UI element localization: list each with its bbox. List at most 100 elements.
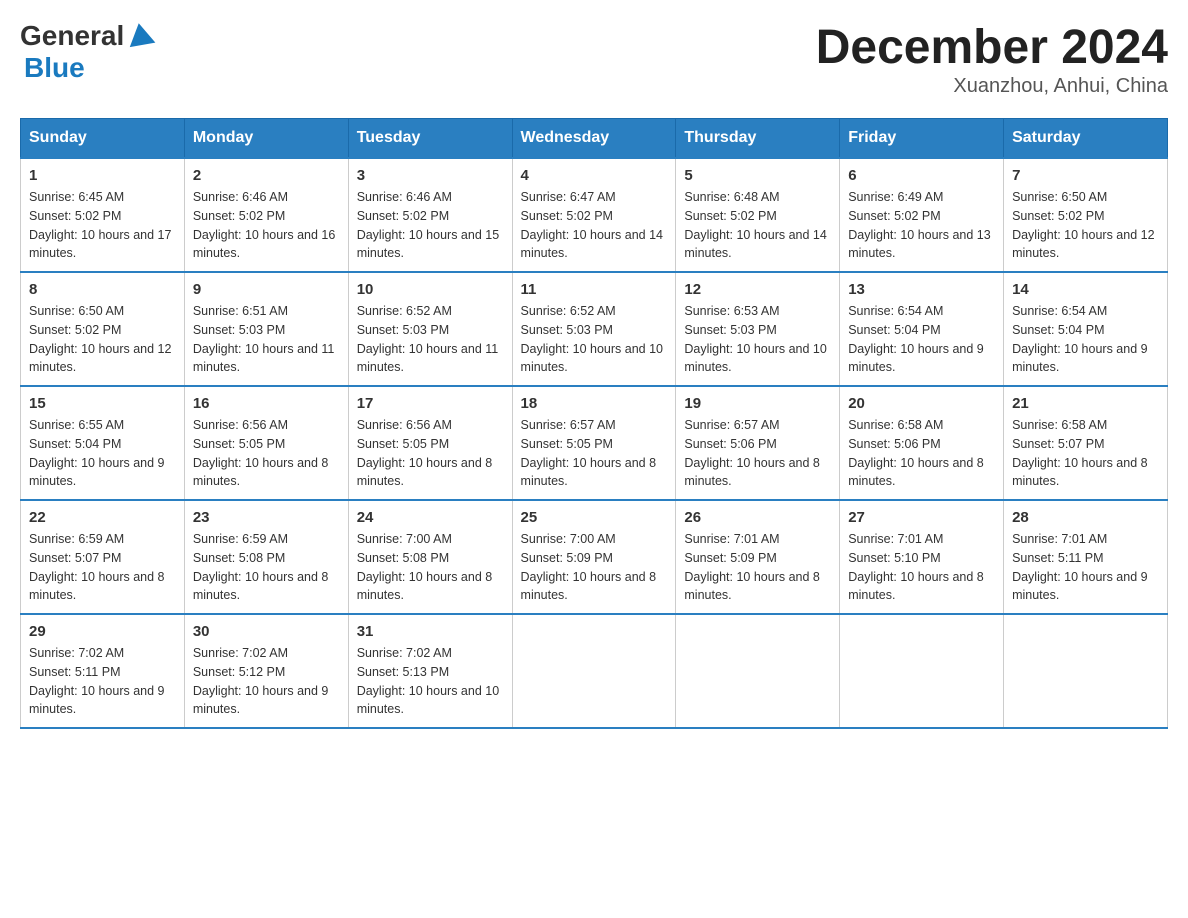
table-row: 29 Sunrise: 7:02 AM Sunset: 5:11 PM Dayl… — [21, 614, 185, 728]
location-subtitle: Xuanzhou, Anhui, China — [816, 75, 1168, 98]
table-row: 13 Sunrise: 6:54 AM Sunset: 5:04 PM Dayl… — [840, 272, 1004, 386]
day-info: Sunrise: 6:47 AM Sunset: 5:02 PM Dayligh… — [521, 188, 668, 263]
day-number: 12 — [684, 281, 831, 298]
day-info: Sunrise: 7:02 AM Sunset: 5:11 PM Dayligh… — [29, 644, 176, 719]
table-row: 4 Sunrise: 6:47 AM Sunset: 5:02 PM Dayli… — [512, 158, 676, 272]
table-row: 30 Sunrise: 7:02 AM Sunset: 5:12 PM Dayl… — [184, 614, 348, 728]
day-number: 13 — [848, 281, 995, 298]
day-number: 16 — [193, 395, 340, 412]
day-info: Sunrise: 7:02 AM Sunset: 5:12 PM Dayligh… — [193, 644, 340, 719]
table-row: 11 Sunrise: 6:52 AM Sunset: 5:03 PM Dayl… — [512, 272, 676, 386]
day-info: Sunrise: 6:57 AM Sunset: 5:06 PM Dayligh… — [684, 416, 831, 491]
day-info: Sunrise: 6:49 AM Sunset: 5:02 PM Dayligh… — [848, 188, 995, 263]
table-row: 21 Sunrise: 6:58 AM Sunset: 5:07 PM Dayl… — [1004, 386, 1168, 500]
calendar-week-4: 22 Sunrise: 6:59 AM Sunset: 5:07 PM Dayl… — [21, 500, 1168, 614]
day-number: 2 — [193, 167, 340, 184]
day-number: 5 — [684, 167, 831, 184]
day-number: 9 — [193, 281, 340, 298]
day-number: 27 — [848, 509, 995, 526]
month-title: December 2024 — [816, 20, 1168, 75]
day-number: 19 — [684, 395, 831, 412]
day-number: 24 — [357, 509, 504, 526]
day-number: 22 — [29, 509, 176, 526]
table-row: 10 Sunrise: 6:52 AM Sunset: 5:03 PM Dayl… — [348, 272, 512, 386]
day-info: Sunrise: 6:46 AM Sunset: 5:02 PM Dayligh… — [357, 188, 504, 263]
day-info: Sunrise: 6:48 AM Sunset: 5:02 PM Dayligh… — [684, 188, 831, 263]
day-number: 11 — [521, 281, 668, 298]
table-row: 2 Sunrise: 6:46 AM Sunset: 5:02 PM Dayli… — [184, 158, 348, 272]
calendar-week-3: 15 Sunrise: 6:55 AM Sunset: 5:04 PM Dayl… — [21, 386, 1168, 500]
table-row: 7 Sunrise: 6:50 AM Sunset: 5:02 PM Dayli… — [1004, 158, 1168, 272]
logo-blue-text: Blue — [24, 52, 85, 84]
table-row: 8 Sunrise: 6:50 AM Sunset: 5:02 PM Dayli… — [21, 272, 185, 386]
table-row — [1004, 614, 1168, 728]
table-row: 26 Sunrise: 7:01 AM Sunset: 5:09 PM Dayl… — [676, 500, 840, 614]
day-info: Sunrise: 7:01 AM Sunset: 5:09 PM Dayligh… — [684, 530, 831, 605]
day-info: Sunrise: 6:52 AM Sunset: 5:03 PM Dayligh… — [521, 302, 668, 377]
day-info: Sunrise: 7:01 AM Sunset: 5:11 PM Dayligh… — [1012, 530, 1159, 605]
day-number: 20 — [848, 395, 995, 412]
day-info: Sunrise: 6:55 AM Sunset: 5:04 PM Dayligh… — [29, 416, 176, 491]
day-info: Sunrise: 6:50 AM Sunset: 5:02 PM Dayligh… — [1012, 188, 1159, 263]
day-info: Sunrise: 7:01 AM Sunset: 5:10 PM Dayligh… — [848, 530, 995, 605]
day-info: Sunrise: 6:46 AM Sunset: 5:02 PM Dayligh… — [193, 188, 340, 263]
table-row: 27 Sunrise: 7:01 AM Sunset: 5:10 PM Dayl… — [840, 500, 1004, 614]
col-sunday: Sunday — [21, 119, 185, 159]
day-info: Sunrise: 6:56 AM Sunset: 5:05 PM Dayligh… — [357, 416, 504, 491]
day-info: Sunrise: 6:58 AM Sunset: 5:06 PM Dayligh… — [848, 416, 995, 491]
table-row — [840, 614, 1004, 728]
day-number: 21 — [1012, 395, 1159, 412]
day-number: 6 — [848, 167, 995, 184]
day-info: Sunrise: 6:50 AM Sunset: 5:02 PM Dayligh… — [29, 302, 176, 377]
calendar-header-row: Sunday Monday Tuesday Wednesday Thursday… — [21, 119, 1168, 159]
table-row: 25 Sunrise: 7:00 AM Sunset: 5:09 PM Dayl… — [512, 500, 676, 614]
day-number: 23 — [193, 509, 340, 526]
day-number: 26 — [684, 509, 831, 526]
day-info: Sunrise: 6:59 AM Sunset: 5:08 PM Dayligh… — [193, 530, 340, 605]
page-header: General Blue December 2024 Xuanzhou, Anh… — [20, 20, 1168, 98]
day-number: 18 — [521, 395, 668, 412]
table-row — [676, 614, 840, 728]
day-number: 31 — [357, 623, 504, 640]
table-row: 6 Sunrise: 6:49 AM Sunset: 5:02 PM Dayli… — [840, 158, 1004, 272]
day-number: 14 — [1012, 281, 1159, 298]
table-row: 1 Sunrise: 6:45 AM Sunset: 5:02 PM Dayli… — [21, 158, 185, 272]
table-row: 9 Sunrise: 6:51 AM Sunset: 5:03 PM Dayli… — [184, 272, 348, 386]
calendar-week-5: 29 Sunrise: 7:02 AM Sunset: 5:11 PM Dayl… — [21, 614, 1168, 728]
table-row: 28 Sunrise: 7:01 AM Sunset: 5:11 PM Dayl… — [1004, 500, 1168, 614]
calendar-week-1: 1 Sunrise: 6:45 AM Sunset: 5:02 PM Dayli… — [21, 158, 1168, 272]
day-info: Sunrise: 6:59 AM Sunset: 5:07 PM Dayligh… — [29, 530, 176, 605]
day-info: Sunrise: 6:54 AM Sunset: 5:04 PM Dayligh… — [848, 302, 995, 377]
day-info: Sunrise: 6:53 AM Sunset: 5:03 PM Dayligh… — [684, 302, 831, 377]
table-row: 20 Sunrise: 6:58 AM Sunset: 5:06 PM Dayl… — [840, 386, 1004, 500]
day-number: 10 — [357, 281, 504, 298]
col-saturday: Saturday — [1004, 119, 1168, 159]
table-row: 16 Sunrise: 6:56 AM Sunset: 5:05 PM Dayl… — [184, 386, 348, 500]
day-number: 4 — [521, 167, 668, 184]
day-number: 17 — [357, 395, 504, 412]
table-row: 17 Sunrise: 6:56 AM Sunset: 5:05 PM Dayl… — [348, 386, 512, 500]
day-info: Sunrise: 6:45 AM Sunset: 5:02 PM Dayligh… — [29, 188, 176, 263]
day-number: 29 — [29, 623, 176, 640]
table-row: 24 Sunrise: 7:00 AM Sunset: 5:08 PM Dayl… — [348, 500, 512, 614]
table-row — [512, 614, 676, 728]
day-number: 7 — [1012, 167, 1159, 184]
table-row: 18 Sunrise: 6:57 AM Sunset: 5:05 PM Dayl… — [512, 386, 676, 500]
day-number: 28 — [1012, 509, 1159, 526]
day-info: Sunrise: 6:58 AM Sunset: 5:07 PM Dayligh… — [1012, 416, 1159, 491]
table-row: 3 Sunrise: 6:46 AM Sunset: 5:02 PM Dayli… — [348, 158, 512, 272]
day-number: 25 — [521, 509, 668, 526]
day-number: 1 — [29, 167, 176, 184]
table-row: 22 Sunrise: 6:59 AM Sunset: 5:07 PM Dayl… — [21, 500, 185, 614]
table-row: 15 Sunrise: 6:55 AM Sunset: 5:04 PM Dayl… — [21, 386, 185, 500]
calendar-week-2: 8 Sunrise: 6:50 AM Sunset: 5:02 PM Dayli… — [21, 272, 1168, 386]
day-info: Sunrise: 6:57 AM Sunset: 5:05 PM Dayligh… — [521, 416, 668, 491]
calendar-table: Sunday Monday Tuesday Wednesday Thursday… — [20, 118, 1168, 729]
col-wednesday: Wednesday — [512, 119, 676, 159]
day-info: Sunrise: 6:51 AM Sunset: 5:03 PM Dayligh… — [193, 302, 340, 377]
day-number: 3 — [357, 167, 504, 184]
day-info: Sunrise: 7:00 AM Sunset: 5:09 PM Dayligh… — [521, 530, 668, 605]
day-info: Sunrise: 7:00 AM Sunset: 5:08 PM Dayligh… — [357, 530, 504, 605]
day-info: Sunrise: 6:54 AM Sunset: 5:04 PM Dayligh… — [1012, 302, 1159, 377]
col-monday: Monday — [184, 119, 348, 159]
